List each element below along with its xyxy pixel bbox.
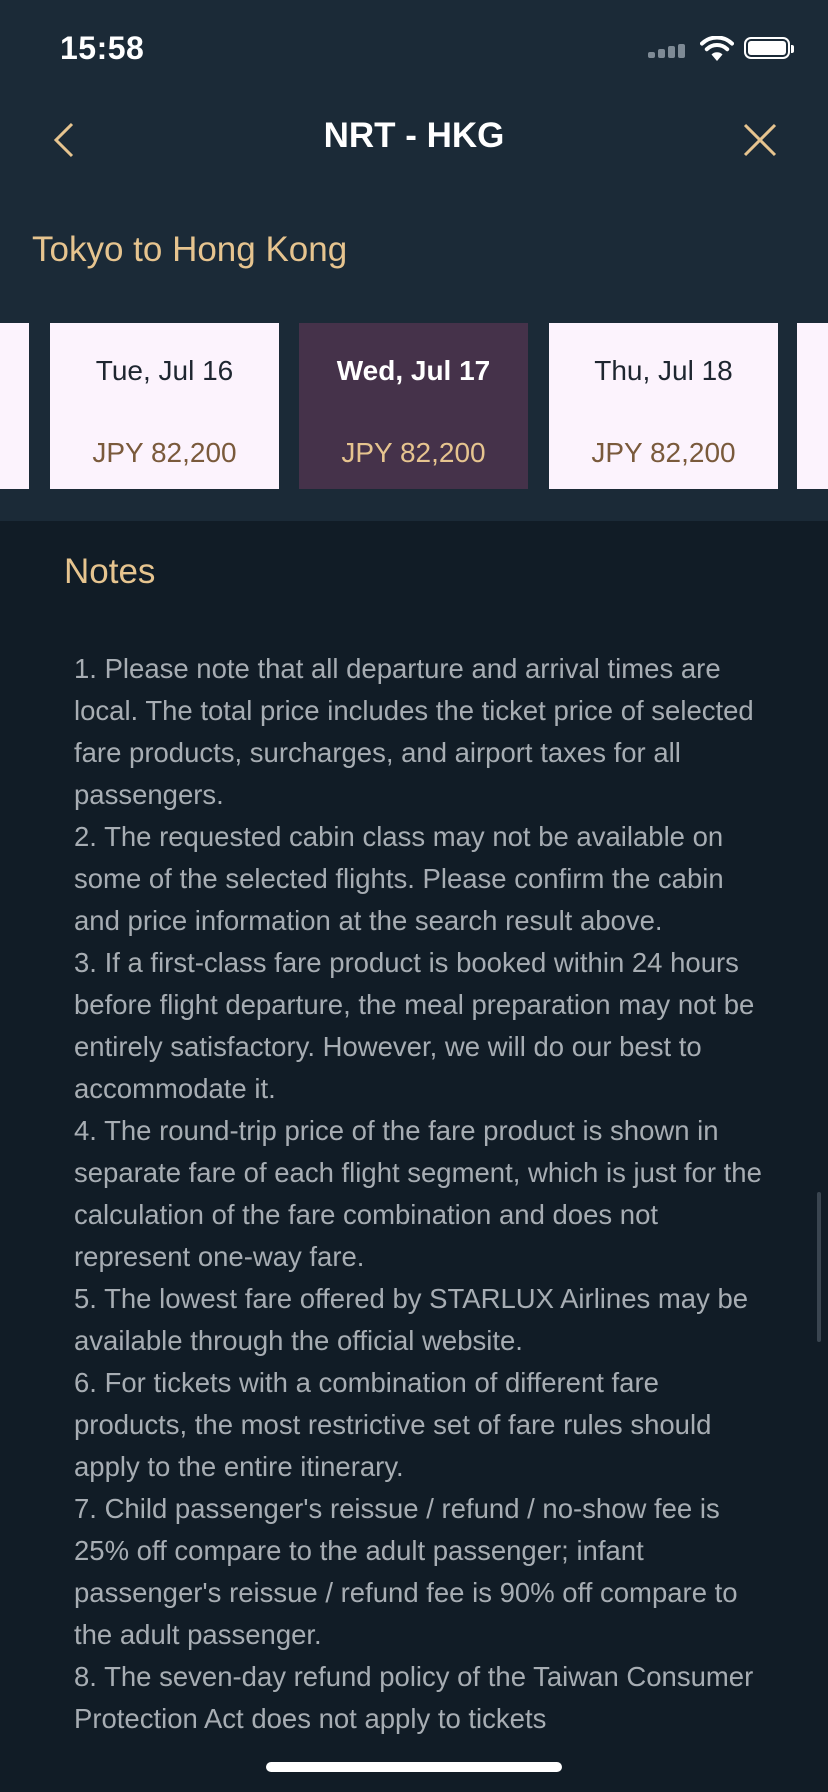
- page-title: NRT - HKG: [323, 116, 505, 155]
- header: 15:58 NRT - HKG Tokyo to Hong Kong Tue, …: [0, 0, 828, 521]
- date-card-selected[interactable]: Wed, Jul 17 JPY 82,200: [299, 323, 528, 489]
- note-item: 5. The lowest fare offered by STARLUX Ai…: [74, 1283, 749, 1356]
- route-subtitle: Tokyo to Hong Kong: [32, 230, 348, 269]
- signal-icon: [648, 44, 688, 58]
- note-item: 4. The round-trip price of the fare prod…: [74, 1115, 762, 1272]
- date-price: JPY 82,200: [341, 437, 486, 468]
- date-label: Thu, Jul 18: [594, 355, 733, 386]
- date-selector[interactable]: Tue, Jul 16 JPY 82,200 Wed, Jul 17 JPY 8…: [0, 323, 828, 489]
- note-item: 8. The seven-day refund policy of the Ta…: [74, 1661, 754, 1734]
- note-item: 7. Child passenger's reissue / refund / …: [74, 1493, 738, 1650]
- status-icons: [648, 36, 798, 62]
- date-label: Tue, Jul 16: [95, 355, 234, 386]
- note-item: 6. For tickets with a combination of dif…: [74, 1367, 712, 1482]
- date-card-next[interactable]: [797, 323, 828, 489]
- scrollbar[interactable]: [817, 1192, 821, 1342]
- note-item: 1. Please note that all departure and ar…: [74, 653, 754, 810]
- notes-list: 1. Please note that all departure and ar…: [74, 648, 774, 1740]
- date-price: JPY 82,200: [92, 437, 237, 468]
- note-item: 2. The requested cabin class may not be …: [74, 821, 724, 936]
- date-label: Wed, Jul 17: [336, 355, 491, 386]
- close-icon: [743, 123, 777, 157]
- battery-icon: [744, 37, 794, 59]
- wifi-icon: [700, 36, 734, 61]
- date-price: JPY 82,200: [591, 437, 736, 468]
- date-card-prev[interactable]: [0, 323, 29, 489]
- home-indicator[interactable]: [266, 1762, 562, 1772]
- note-item: 3. If a first-class fare product is book…: [74, 947, 755, 1104]
- status-time: 15:58: [60, 30, 145, 66]
- date-card[interactable]: Tue, Jul 16 JPY 82,200: [50, 323, 279, 489]
- date-card[interactable]: Thu, Jul 18 JPY 82,200: [549, 323, 778, 489]
- close-button[interactable]: [740, 118, 780, 162]
- notes-title: Notes: [64, 552, 156, 591]
